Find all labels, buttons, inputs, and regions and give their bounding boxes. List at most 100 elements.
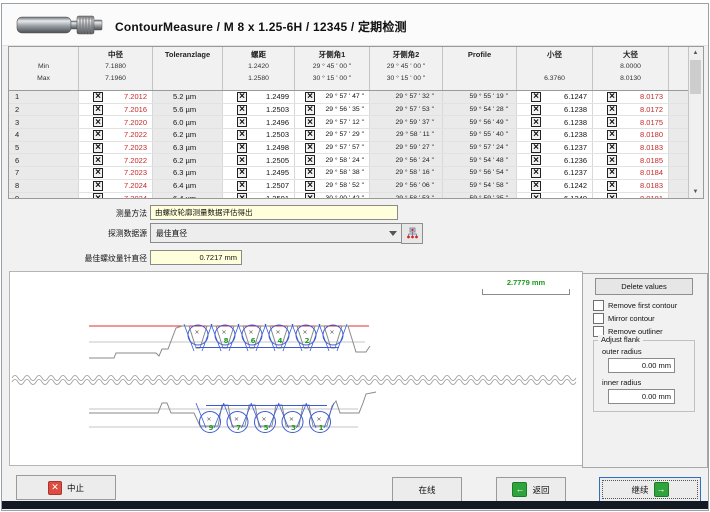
remove-first-contour-row[interactable]: Remove first contour xyxy=(593,300,677,311)
measure-checkbox[interactable] xyxy=(93,130,103,140)
cell-pitch-diameter: 7.2022 xyxy=(79,129,153,141)
cell-toleranzlage: 6.3 µm xyxy=(153,142,223,154)
abort-button[interactable]: ✕ 中止 xyxy=(16,475,116,500)
wire-x-mark: × xyxy=(206,415,211,423)
cell-pitch-diameter: 7.2012 xyxy=(79,91,153,103)
measure-checkbox[interactable] xyxy=(237,143,247,153)
measure-checkbox[interactable] xyxy=(531,105,541,115)
measure-checkbox[interactable] xyxy=(237,193,247,198)
measure-checkbox[interactable] xyxy=(607,181,617,191)
measure-checkbox[interactable] xyxy=(607,193,617,198)
table-scrollbar[interactable]: ▲ ▼ xyxy=(688,47,703,198)
measure-checkbox[interactable] xyxy=(237,130,247,140)
arrow-left-icon: ← xyxy=(512,482,527,497)
cell-flank-angle-2: 29 ° 58 ' 11 " xyxy=(370,129,443,141)
inner-radius-label: inner radius xyxy=(602,378,641,387)
measure-checkbox[interactable] xyxy=(305,168,315,178)
row-number: 9 xyxy=(9,193,79,199)
measure-checkbox[interactable] xyxy=(305,181,315,191)
data-source-tree-button[interactable] xyxy=(401,223,423,244)
measure-checkbox[interactable] xyxy=(607,130,617,140)
wire-diameter-field[interactable]: 0.7217 mm xyxy=(150,250,242,265)
measure-checkbox[interactable] xyxy=(93,193,103,198)
measure-checkbox[interactable] xyxy=(607,155,617,165)
measure-checkbox[interactable] xyxy=(305,155,315,165)
table-row[interactable]: 17.20125.2 µm1.249929 ° 57 ' 47 "29 ° 57… xyxy=(9,91,689,104)
table-row[interactable]: 87.20246.4 µm1.250729 ° 58 ' 52 "29 ° 56… xyxy=(9,180,689,193)
wire-x-mark: × xyxy=(261,415,266,423)
scroll-down-icon[interactable]: ▼ xyxy=(689,186,702,198)
contour-chart-panel[interactable]: ××8×6×4×2× ×9×7×5×3×1 2.7779 mm xyxy=(9,271,583,466)
table-row[interactable]: 57.20236.3 µm1.249829 ° 57 ' 57 "29 ° 59… xyxy=(9,142,689,155)
flank-fit-line xyxy=(297,403,307,428)
measure-checkbox[interactable] xyxy=(305,105,315,115)
method-field[interactable]: 由螺纹轮廓测量数据评估得出 xyxy=(150,205,398,220)
table-row[interactable]: 97.20246.4 µm1.250130 ° 00 ' 42 "29 ° 58… xyxy=(9,193,689,199)
measure-checkbox[interactable] xyxy=(93,181,103,191)
cell-profile: 59 ° 57 ' 24 " xyxy=(443,142,517,154)
scroll-up-icon[interactable]: ▲ xyxy=(689,47,702,59)
measure-checkbox[interactable] xyxy=(607,105,617,115)
table-row[interactable]: 77.20236.3 µm1.249529 ° 58 ' 38 "29 ° 58… xyxy=(9,167,689,180)
measure-checkbox[interactable] xyxy=(93,117,103,127)
cell-pitch: 1.2503 xyxy=(223,104,295,116)
row-number: 5 xyxy=(9,142,79,154)
table-row[interactable]: 47.20226.2 µm1.250329 ° 57 ' 29 "29 ° 58… xyxy=(9,129,689,142)
measure-checkbox[interactable] xyxy=(607,143,617,153)
measure-checkbox[interactable] xyxy=(237,168,247,178)
measure-checkbox[interactable] xyxy=(607,168,617,178)
measure-checkbox[interactable] xyxy=(237,105,247,115)
measure-checkbox[interactable] xyxy=(93,143,103,153)
table-row[interactable]: 37.20206.0 µm1.249629 ° 57 ' 12 "29 ° 59… xyxy=(9,116,689,129)
measure-checkbox[interactable] xyxy=(531,130,541,140)
measure-checkbox[interactable] xyxy=(531,193,541,198)
cell-profile: 59 ° 54 ' 58 " xyxy=(443,180,517,192)
scale-bracket xyxy=(482,289,570,295)
measure-checkbox[interactable] xyxy=(93,92,103,102)
flank-fit-line xyxy=(196,403,206,428)
remove-first-contour-checkbox[interactable] xyxy=(593,300,604,311)
measure-checkbox[interactable] xyxy=(93,155,103,165)
scrollbar-thumb[interactable] xyxy=(690,60,701,94)
cell-profile: 59 ° 54 ' 28 " xyxy=(443,104,517,116)
measure-checkbox[interactable] xyxy=(305,143,315,153)
measure-checkbox[interactable] xyxy=(607,117,617,127)
measure-checkbox[interactable] xyxy=(305,130,315,140)
cell-profile: 59 ° 54 ' 48 " xyxy=(443,154,517,166)
measure-checkbox[interactable] xyxy=(531,92,541,102)
measurement-table: Min Max 中径 7.1880 7.1960 Toleranzlage 螺距 xyxy=(8,46,704,199)
mirror-contour-row[interactable]: Mirror contour xyxy=(593,313,655,324)
measure-checkbox[interactable] xyxy=(305,193,315,198)
measure-checkbox[interactable] xyxy=(305,92,315,102)
outer-radius-field[interactable]: 0.00 mm xyxy=(608,358,675,373)
measure-checkbox[interactable] xyxy=(237,117,247,127)
online-button[interactable]: 在线 xyxy=(392,477,462,502)
measure-checkbox[interactable] xyxy=(93,105,103,115)
measure-checkbox[interactable] xyxy=(237,181,247,191)
cell-minor-diameter: 6.1236 xyxy=(517,154,593,166)
cell-toleranzlage: 6.2 µm xyxy=(153,154,223,166)
measure-checkbox[interactable] xyxy=(531,117,541,127)
table-row[interactable]: 67.20226.2 µm1.250529 ° 58 ' 24 "29 ° 56… xyxy=(9,154,689,167)
back-button[interactable]: ← 返回 xyxy=(496,477,566,502)
wire-number: 3 xyxy=(291,424,296,432)
table-row[interactable]: 27.20165.6 µm1.250329 ° 56 ' 35 "29 ° 57… xyxy=(9,104,689,117)
source-dropdown[interactable]: 最佳直径 xyxy=(150,223,403,243)
cell-toleranzlage: 5.2 µm xyxy=(153,91,223,103)
measure-checkbox[interactable] xyxy=(531,155,541,165)
measure-checkbox[interactable] xyxy=(531,181,541,191)
measure-checkbox[interactable] xyxy=(607,92,617,102)
inner-radius-field[interactable]: 0.00 mm xyxy=(608,389,675,404)
measure-checkbox[interactable] xyxy=(237,155,247,165)
cell-filler xyxy=(669,142,689,154)
measure-checkbox[interactable] xyxy=(531,143,541,153)
measure-checkbox[interactable] xyxy=(531,168,541,178)
continue-button[interactable]: 继续 → xyxy=(599,477,701,502)
measure-checkbox[interactable] xyxy=(305,117,315,127)
cell-filler xyxy=(669,116,689,128)
delete-values-button[interactable]: Delete values xyxy=(595,278,693,295)
mirror-contour-checkbox[interactable] xyxy=(593,313,604,324)
measure-checkbox[interactable] xyxy=(237,92,247,102)
measure-checkbox[interactable] xyxy=(93,168,103,178)
break-wave-line-2 xyxy=(12,380,576,385)
